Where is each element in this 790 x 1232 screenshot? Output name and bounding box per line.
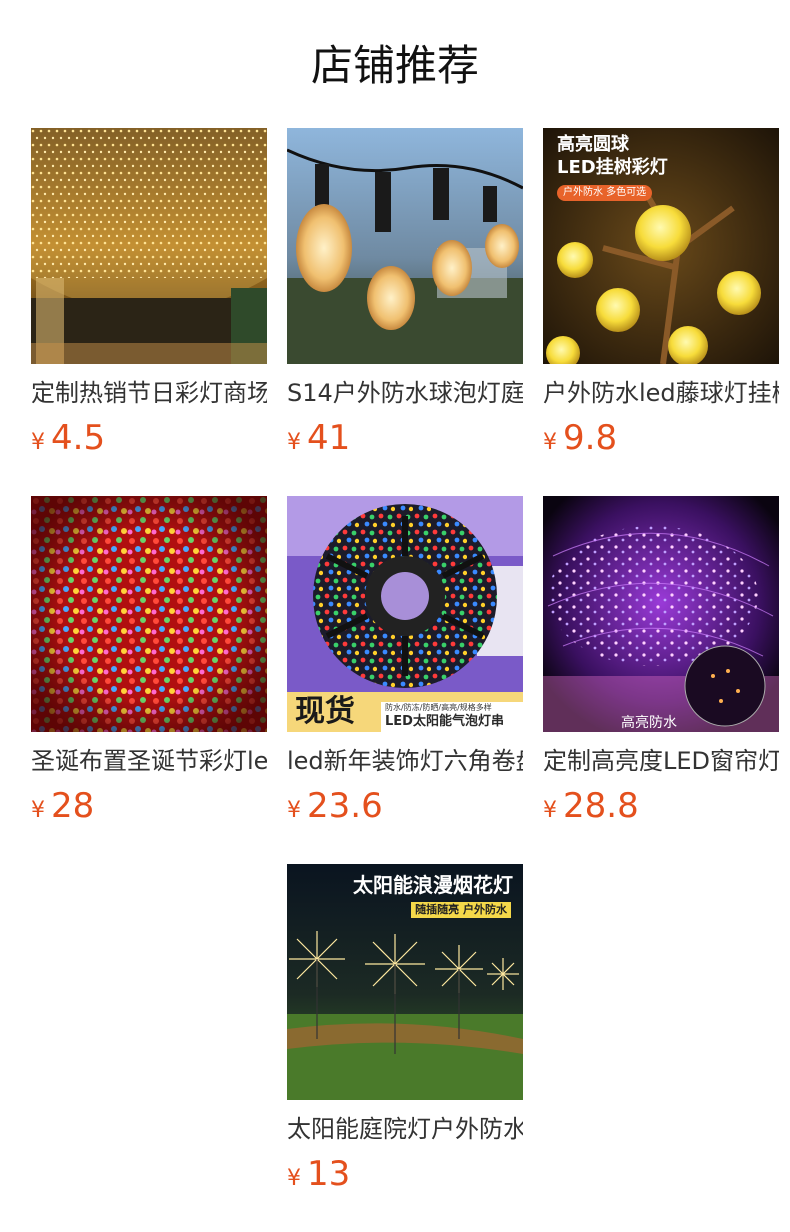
product-image-rattan-balls[interactable]: 高亮圆球 LED挂树彩灯 户外防水 多色可选 [543,128,779,364]
image-overlay-caption: 高亮防水 [621,715,677,731]
price-value: 9.8 [563,418,618,458]
currency-symbol: ¥ [287,1166,301,1191]
product-price: ¥13 [287,1154,523,1200]
product-card[interactable]: S14户外防水球泡灯庭院 ¥41 [287,128,523,464]
currency-symbol: ¥ [287,798,301,823]
image-overlay-badge: 随插随亮 户外防水 [411,902,511,918]
image-overlay-text: 高亮圆球 LED挂树彩灯 户外防水 多色可选 [557,134,668,201]
product-name[interactable]: 户外防水led藤球灯挂树 [543,378,779,408]
product-name[interactable]: led新年装饰灯六角卷盘 [287,746,523,776]
currency-symbol: ¥ [31,798,45,823]
currency-symbol: ¥ [287,430,301,455]
image-overlay-tags: 防水/防冻/防晒/高亮/规格多样 [385,703,492,712]
price-value: 41 [307,418,351,458]
product-card[interactable]: 太阳能浪漫烟花灯 随插随亮 户外防水 太阳能庭院灯户外防水 ¥13 [287,864,523,1200]
product-price: ¥28.8 [543,786,779,832]
product-image-icicle-lights[interactable] [31,128,267,364]
product-name[interactable]: 圣诞布置圣诞节彩灯led [31,746,267,776]
price-value: 13 [307,1154,351,1194]
product-image-reel-lights[interactable]: 现货 防水/防冻/防晒/高亮/规格多样 LED太阳能气泡灯串 [287,496,523,732]
product-card[interactable]: 现货 防水/防冻/防晒/高亮/规格多样 LED太阳能气泡灯串 led新年装饰灯六… [287,496,523,832]
product-image-edison-bulbs[interactable] [287,128,523,364]
product-image-red-led-string[interactable] [31,496,267,732]
section-title: 店铺推荐 [310,41,479,90]
image-overlay-caption: LED太阳能气泡灯串 [385,714,504,729]
product-price: ¥28 [31,786,267,832]
product-image-purple-fairy-lights[interactable]: 高亮防水 [543,496,779,732]
product-price: ¥9.8 [543,418,779,464]
product-name[interactable]: 定制热销节日彩灯商场 [31,378,267,408]
product-name[interactable]: S14户外防水球泡灯庭院 [287,378,523,408]
product-image-solar-firework-lights[interactable]: 太阳能浪漫烟花灯 随插随亮 户外防水 [287,864,523,1100]
product-name[interactable]: 定制高亮度LED窗帘灯 [543,746,779,776]
price-value: 28 [51,786,95,826]
product-card[interactable]: 高亮防水 定制高亮度LED窗帘灯 ¥28.8 [543,496,779,832]
price-value: 4.5 [51,418,106,458]
currency-symbol: ¥ [543,430,557,455]
image-overlay-headline: 太阳能浪漫烟花灯 [353,873,513,897]
product-price: ¥4.5 [31,418,267,464]
image-overlay-big-text: 现货 [295,694,355,729]
currency-symbol: ¥ [31,430,45,455]
product-price: ¥41 [287,418,523,464]
price-value: 23.6 [307,786,383,826]
product-name[interactable]: 太阳能庭院灯户外防水 [287,1114,523,1144]
product-card[interactable]: 高亮圆球 LED挂树彩灯 户外防水 多色可选 户外防水led藤球灯挂树 ¥9.8 [543,128,779,464]
product-card[interactable]: 圣诞布置圣诞节彩灯led ¥28 [31,496,267,832]
product-card[interactable]: 定制热销节日彩灯商场 ¥4.5 [31,128,267,464]
price-value: 28.8 [563,786,639,826]
currency-symbol: ¥ [543,798,557,823]
product-price: ¥23.6 [287,786,523,832]
